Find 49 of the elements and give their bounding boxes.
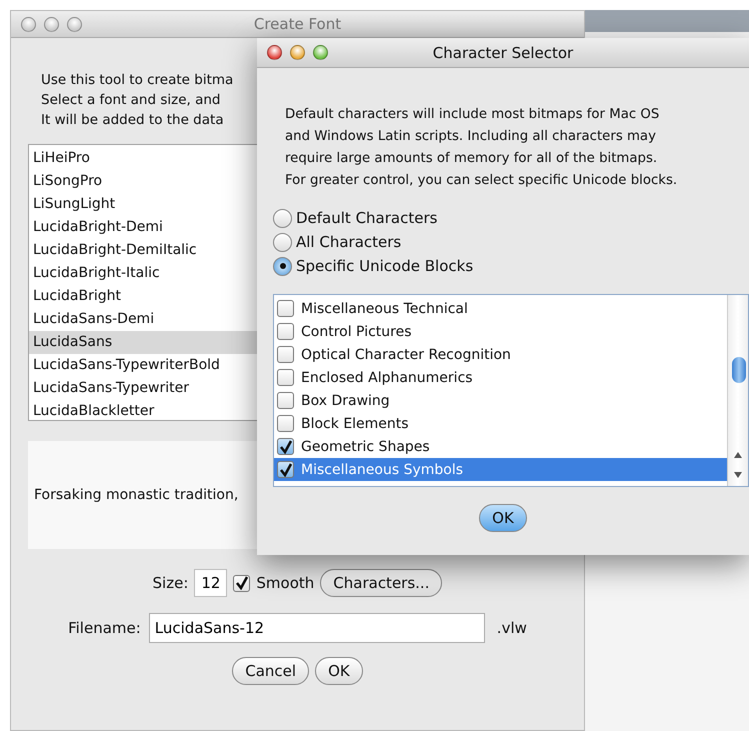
window-title: Create Font xyxy=(254,15,342,33)
filename-label: Filename: xyxy=(68,619,141,637)
window-title: Character Selector xyxy=(432,44,574,62)
ok-button[interactable]: OK xyxy=(479,504,527,532)
radio-button[interactable] xyxy=(273,256,292,276)
block-checkbox[interactable] xyxy=(277,415,294,432)
checkmark-icon xyxy=(234,576,249,590)
size-label: Size: xyxy=(152,574,188,592)
description-text: Default characters will include most bitmaps for Mac OS and Windows Latin scripts. Including all characters may require large amounts of memory for all of the bitmaps. For greater control, you can select specific Unicode blocks. xyxy=(285,106,678,190)
window-button-icon[interactable] xyxy=(21,16,36,32)
block-list-item[interactable]: Block Elements xyxy=(274,412,727,435)
instructions-text: Use this tool to create bitma Select a font and size, and It will be added to the data xyxy=(41,71,234,130)
block-checkbox[interactable] xyxy=(277,438,294,455)
window-button-icon[interactable] xyxy=(44,16,59,32)
block-list-item[interactable]: Miscellaneous Technical xyxy=(274,297,727,320)
block-list-item[interactable]: Miscellaneous Symbols xyxy=(274,458,727,481)
block-checkbox[interactable] xyxy=(277,461,294,478)
block-checkbox[interactable] xyxy=(277,300,294,317)
block-checkbox[interactable] xyxy=(277,346,294,363)
zoom-icon[interactable] xyxy=(313,45,328,60)
scroll-thumb[interactable] xyxy=(732,357,746,383)
block-checkbox[interactable] xyxy=(277,392,294,409)
radio-label: Default Characters xyxy=(296,209,438,227)
radio-button[interactable] xyxy=(273,232,292,252)
minimize-icon[interactable] xyxy=(290,45,305,60)
block-list-item[interactable]: Enclosed Alphanumerics xyxy=(274,366,727,389)
block-list-item[interactable]: Optical Character Recognition xyxy=(274,343,727,366)
smooth-label: Smooth xyxy=(256,574,314,592)
block-list-item[interactable]: Control Pictures xyxy=(274,320,727,343)
radio-label: Specific Unicode Blocks xyxy=(296,257,474,275)
block-checkbox[interactable] xyxy=(277,323,294,340)
block-list-item[interactable]: Geometric Shapes xyxy=(274,435,727,458)
checkmark-icon xyxy=(278,440,292,454)
window-button-icon[interactable] xyxy=(67,16,82,32)
extension-label: .vlw xyxy=(496,619,527,637)
smooth-checkbox[interactable] xyxy=(233,574,250,592)
characters-button[interactable]: Characters... xyxy=(320,569,442,597)
preview-text: Forsaking monastic tradition, xyxy=(34,487,238,503)
scrollbar[interactable] xyxy=(727,295,748,486)
ok-button[interactable]: OK xyxy=(315,657,363,685)
close-icon[interactable] xyxy=(267,45,282,60)
block-checkbox[interactable] xyxy=(277,369,294,386)
filename-field[interactable]: LucidaSans-12 xyxy=(148,613,485,643)
cancel-button[interactable]: Cancel xyxy=(232,657,310,685)
radio-label: All Characters xyxy=(296,233,402,251)
radio-button[interactable] xyxy=(273,208,292,228)
checkmark-icon xyxy=(278,462,292,476)
size-field[interactable]: 12 xyxy=(194,569,228,597)
block-list-item[interactable]: Box Drawing xyxy=(274,389,727,412)
